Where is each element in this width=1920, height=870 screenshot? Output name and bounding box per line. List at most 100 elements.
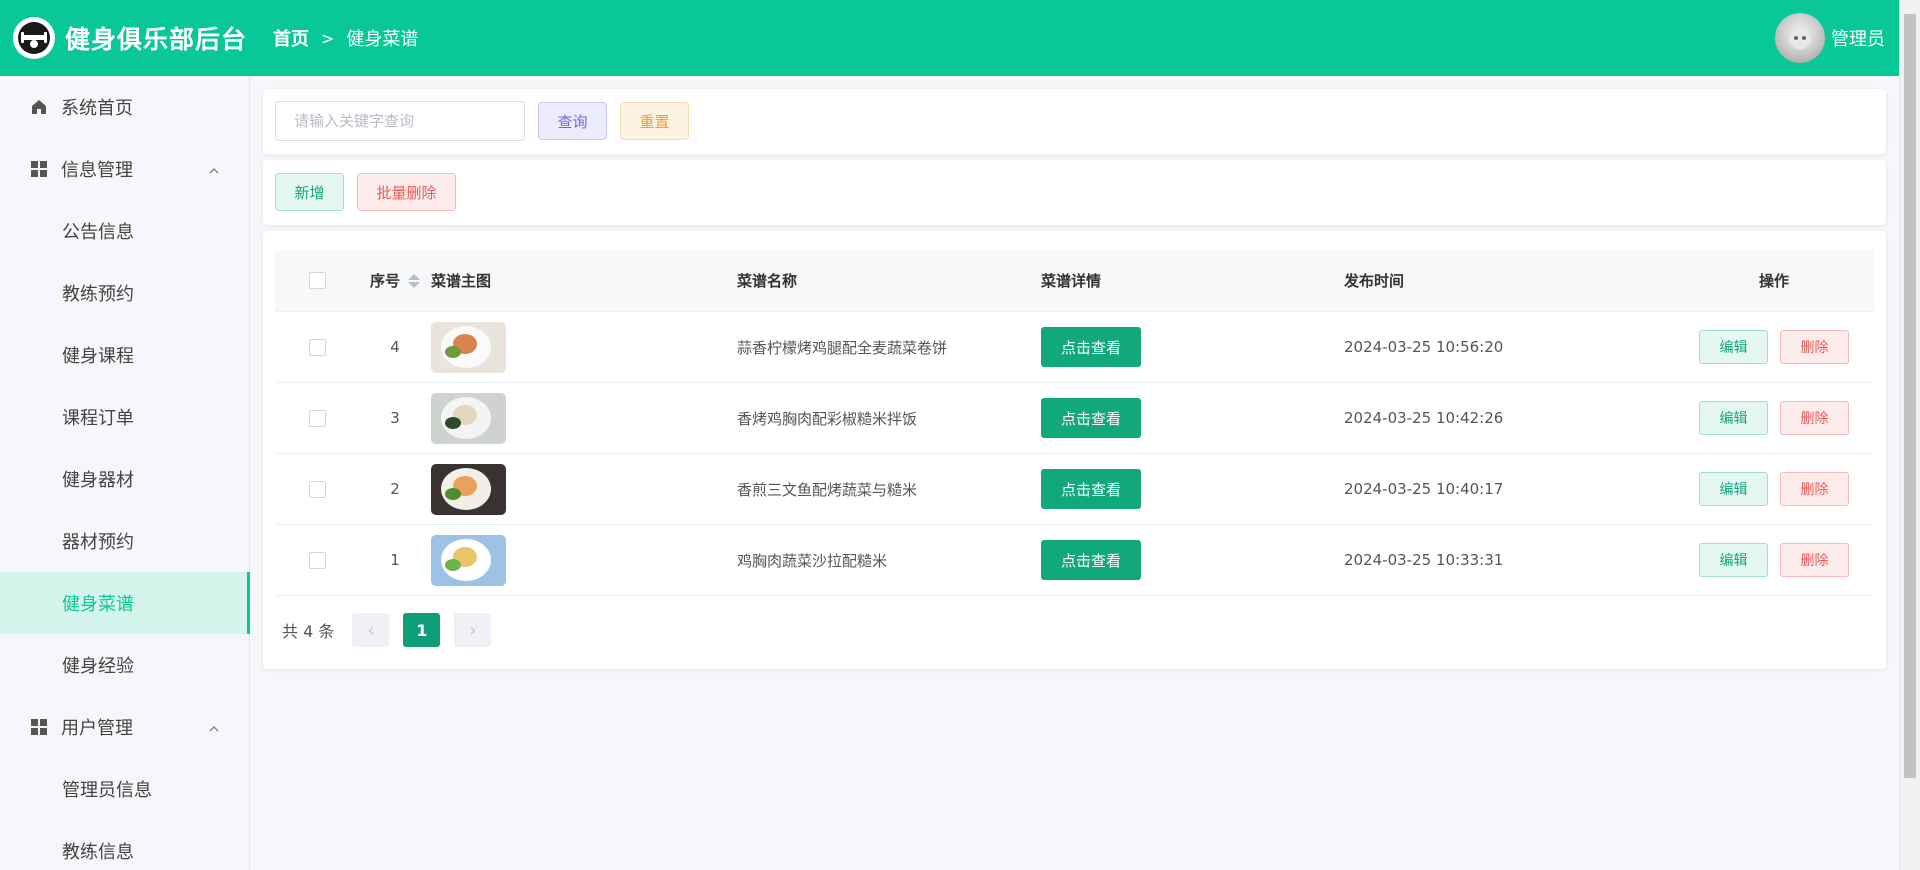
sidebar-item-label: 健身经验 bbox=[62, 656, 134, 677]
home-icon bbox=[29, 97, 49, 117]
recipe-name: 鸡胸肉蔬菜沙拉配糙米 bbox=[737, 551, 888, 570]
sidebar-item-label: 用户管理 bbox=[61, 718, 133, 739]
sidebar-item-9[interactable]: 健身经验 bbox=[0, 634, 249, 696]
sidebar-item-label: 信息管理 bbox=[61, 160, 133, 181]
sidebar-item-11[interactable]: 管理员信息 bbox=[0, 758, 249, 820]
publish-time: 2024-03-25 10:33:31 bbox=[1344, 551, 1504, 569]
sort-icon[interactable] bbox=[408, 273, 420, 288]
pagination: 共 4 条 ‹ 1 › bbox=[282, 613, 505, 647]
sidebar-item-2[interactable]: 公告信息 bbox=[0, 200, 249, 262]
sort-header-no[interactable]: 序号 bbox=[359, 270, 431, 291]
table-row: 4 蒜香柠檬烤鸡腿配全麦蔬菜卷饼 点击查看 2024-03-25 10:56:20 编辑… bbox=[275, 312, 1874, 383]
header-detail: 菜谱详情 bbox=[1041, 272, 1102, 290]
batch-delete-button[interactable]: 批量删除 bbox=[357, 173, 456, 211]
delete-button[interactable]: 删除 bbox=[1780, 543, 1849, 577]
publish-time: 2024-03-25 10:40:17 bbox=[1344, 480, 1504, 498]
breadcrumb: 首页 > 健身菜谱 bbox=[273, 25, 418, 51]
search-input[interactable] bbox=[275, 101, 525, 141]
sidebar-item-label: 健身课程 bbox=[62, 346, 134, 367]
delete-button[interactable]: 删除 bbox=[1780, 330, 1849, 364]
query-button[interactable]: 查询 bbox=[538, 102, 607, 140]
header-no: 序号 bbox=[369, 272, 400, 290]
edit-button[interactable]: 编辑 bbox=[1699, 543, 1768, 577]
recipe-image[interactable] bbox=[431, 463, 506, 515]
row-checkbox[interactable] bbox=[308, 338, 326, 356]
next-page-button[interactable]: › bbox=[454, 613, 492, 647]
publish-time: 2024-03-25 10:56:20 bbox=[1344, 338, 1504, 356]
sidebar-item-8[interactable]: 健身菜谱 bbox=[0, 572, 250, 634]
sidebar-item-label: 管理员信息 bbox=[62, 780, 152, 801]
sidebar-item-12[interactable]: 教练信息 bbox=[0, 820, 249, 870]
select-all-checkbox[interactable] bbox=[308, 272, 326, 289]
grid-icon bbox=[29, 159, 49, 179]
sidebar-item-label: 教练信息 bbox=[62, 842, 134, 863]
sidebar-item-label: 健身器材 bbox=[62, 470, 134, 491]
table-row: 3 香烤鸡胸肉配彩椒糙米拌饭 点击查看 2024-03-25 10:42:26 编辑 删除 bbox=[275, 383, 1874, 454]
logo-icon bbox=[13, 17, 55, 59]
view-detail-button[interactable]: 点击查看 bbox=[1041, 398, 1141, 438]
sidebar-item-1[interactable]: 信息管理 bbox=[0, 138, 249, 200]
sidebar-item-0[interactable]: 系统首页 bbox=[0, 76, 249, 138]
pagination-total: 共 4 条 bbox=[282, 622, 335, 641]
sidebar-item-label: 健身菜谱 bbox=[62, 594, 134, 615]
table-panel: 序号 菜谱主图 菜谱名称 菜谱详情 发布时间 操作 4 蒜香柠檬烤鸡腿配全麦蔬菜卷… bbox=[263, 231, 1886, 669]
scrollbar-thumb[interactable] bbox=[1904, 14, 1916, 778]
avatar[interactable] bbox=[1775, 13, 1825, 63]
app-title: 健身俱乐部后台 bbox=[65, 25, 248, 54]
recipe-name: 香煎三文鱼配烤蔬菜与糙米 bbox=[737, 480, 918, 499]
header-name: 菜谱名称 bbox=[737, 272, 798, 290]
row-checkbox[interactable] bbox=[308, 480, 326, 498]
delete-button[interactable]: 删除 bbox=[1780, 401, 1849, 435]
table-row: 2 香煎三文鱼配烤蔬菜与糙米 点击查看 2024-03-25 10:40:17 编辑 删除 bbox=[275, 454, 1874, 525]
row-checkbox[interactable] bbox=[308, 551, 326, 569]
edit-button[interactable]: 编辑 bbox=[1699, 472, 1768, 506]
sidebar-item-4[interactable]: 健身课程 bbox=[0, 324, 249, 386]
sidebar: 系统首页信息管理公告信息教练预约健身课程课程订单健身器材器材预约健身菜谱健身经验… bbox=[0, 76, 250, 870]
sidebar-item-label: 教练预约 bbox=[62, 284, 134, 305]
breadcrumb-current: 健身菜谱 bbox=[346, 29, 419, 50]
recipe-image[interactable] bbox=[431, 321, 506, 373]
row-checkbox[interactable] bbox=[308, 409, 326, 427]
row-no: 1 bbox=[390, 551, 400, 569]
row-no: 3 bbox=[390, 409, 400, 427]
sidebar-item-5[interactable]: 课程订单 bbox=[0, 386, 249, 448]
sidebar-item-6[interactable]: 健身器材 bbox=[0, 448, 249, 510]
recipe-name: 蒜香柠檬烤鸡腿配全麦蔬菜卷饼 bbox=[737, 338, 948, 357]
row-no: 2 bbox=[390, 480, 400, 498]
chevron-up-icon bbox=[207, 162, 221, 176]
table-row: 1 鸡胸肉蔬菜沙拉配糙米 点击查看 2024-03-25 10:33:31 编辑 删除 bbox=[275, 525, 1874, 596]
view-detail-button[interactable]: 点击查看 bbox=[1041, 540, 1141, 580]
view-detail-button[interactable]: 点击查看 bbox=[1041, 469, 1141, 509]
add-button[interactable]: 新增 bbox=[275, 173, 344, 211]
edit-button[interactable]: 编辑 bbox=[1699, 401, 1768, 435]
edit-button[interactable]: 编辑 bbox=[1699, 330, 1768, 364]
sidebar-item-label: 公告信息 bbox=[62, 222, 134, 243]
header-image: 菜谱主图 bbox=[431, 272, 492, 290]
row-no: 4 bbox=[390, 338, 400, 356]
user-menu[interactable]: 管理员 bbox=[1775, 13, 1885, 63]
header-time: 发布时间 bbox=[1344, 272, 1405, 290]
chevron-right-icon: > bbox=[321, 28, 335, 48]
search-panel: 查询 重置 bbox=[263, 89, 1886, 154]
header-ops: 操作 bbox=[1758, 272, 1789, 290]
breadcrumb-home[interactable]: 首页 bbox=[273, 25, 309, 51]
reset-button[interactable]: 重置 bbox=[620, 102, 689, 140]
sidebar-item-label: 器材预约 bbox=[62, 532, 134, 553]
sidebar-item-7[interactable]: 器材预约 bbox=[0, 510, 249, 572]
recipe-image[interactable] bbox=[431, 534, 506, 586]
top-header: 健身俱乐部后台 首页 > 健身菜谱 管理员 bbox=[0, 0, 1899, 76]
delete-button[interactable]: 删除 bbox=[1780, 472, 1849, 506]
recipe-table: 序号 菜谱主图 菜谱名称 菜谱详情 发布时间 操作 4 蒜香柠檬烤鸡腿配全麦蔬菜卷… bbox=[275, 250, 1874, 596]
page-number-button[interactable]: 1 bbox=[403, 613, 441, 647]
recipe-image[interactable] bbox=[431, 392, 506, 444]
chevron-up-icon bbox=[207, 720, 221, 734]
sidebar-item-label: 系统首页 bbox=[61, 98, 133, 119]
user-name[interactable]: 管理员 bbox=[1831, 25, 1885, 51]
table-header: 序号 菜谱主图 菜谱名称 菜谱详情 发布时间 操作 bbox=[275, 250, 1874, 312]
view-detail-button[interactable]: 点击查看 bbox=[1041, 327, 1141, 367]
page-scrollbar[interactable] bbox=[1899, 0, 1920, 870]
prev-page-button[interactable]: ‹ bbox=[352, 613, 390, 647]
sidebar-item-3[interactable]: 教练预约 bbox=[0, 262, 249, 324]
sidebar-item-label: 课程订单 bbox=[62, 408, 134, 429]
sidebar-item-10[interactable]: 用户管理 bbox=[0, 696, 249, 758]
